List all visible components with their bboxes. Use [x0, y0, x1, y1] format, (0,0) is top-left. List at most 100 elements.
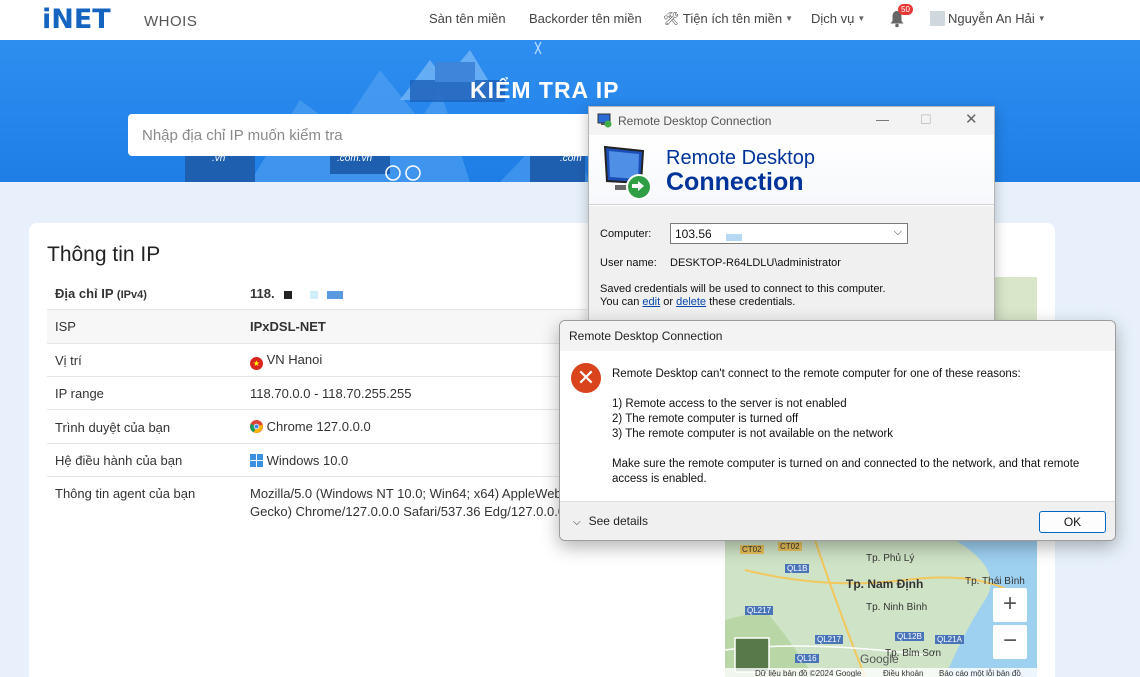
agent-value-line1: Mozilla/5.0 (Windows NT 10.0; Win64; x64…: [250, 486, 574, 501]
road-label: QL21A: [935, 635, 964, 644]
nav-domain-utilities[interactable]: 🛠 Tiện ích tên miền ▼: [663, 11, 793, 27]
table-row-agent: Thông tin agent của bạn Mozilla/5.0 (Win…: [47, 477, 587, 527]
agent-value-line2: Gecko) Chrome/127.0.0.0 Safari/537.36 Ed…: [250, 504, 566, 519]
error-advice-1: Make sure the remote computer is turned …: [612, 458, 1080, 470]
map-place: Tp. Nam Định: [846, 577, 924, 591]
ip-range-value: 118.70.0.0 - 118.70.255.255: [250, 386, 412, 401]
inet-logo[interactable]: iNET: [42, 4, 111, 35]
error-icon: ✕: [571, 363, 601, 393]
road-label: QL217: [815, 635, 844, 644]
ip-value: 118.: [250, 286, 275, 301]
delete-credentials-link[interactable]: delete: [676, 296, 706, 308]
caret-down-icon: ▼: [785, 14, 794, 23]
error-message: Remote Desktop can't connect to the remo…: [612, 368, 1021, 380]
redaction-mask: [284, 290, 293, 299]
close-icon[interactable]: ✕: [965, 110, 978, 128]
tools-icon: 🛠: [663, 11, 680, 26]
card-title: Thông tin IP: [47, 243, 161, 266]
ip-label: Địa chỉ IP: [55, 286, 114, 301]
table-row-browser: Trình duyệt của bạn Chrome 127.0.0.0: [47, 410, 587, 444]
table-row-location: Vị trí ★ VN Hanoi: [47, 344, 587, 377]
road-label: QL217: [745, 606, 774, 615]
computer-combobox[interactable]: 103.56. ⌵: [670, 223, 908, 244]
google-logo: Google: [860, 652, 899, 666]
os-label: Hệ điều hành của bạn: [55, 453, 183, 468]
zoom-in-button[interactable]: +: [993, 588, 1027, 622]
road-label: CT02: [778, 542, 802, 551]
error-reason-3: 3) The remote computer is not available …: [612, 428, 894, 440]
credentials-note: Saved credentials will be used to connec…: [600, 283, 886, 295]
username-value: DESKTOP-R64LDLU\administrator: [670, 257, 841, 269]
map-place: Tp. Thái Bình: [965, 576, 1025, 587]
windows-icon: [250, 454, 263, 467]
map-place: Tp. Phủ Lý: [866, 553, 915, 564]
map-report-link[interactable]: Báo cáo một lỗi bản đồ: [939, 669, 1021, 677]
error-dialog: Remote Desktop Connection ✕ Remote Deskt…: [559, 320, 1116, 541]
maximize-icon[interactable]: ☐: [920, 112, 932, 128]
table-row-ip: Địa chỉ IP (IPv4) 118.: [47, 276, 587, 310]
map-attribution: Dữ liệu bản đồ ©2024 Google: [755, 669, 862, 677]
redaction-mask: [726, 234, 742, 241]
location-label: Vị trí: [55, 353, 82, 368]
error-dialog-footer: ⌵ See details OK: [560, 501, 1115, 540]
caret-down-icon: ▼: [1037, 14, 1046, 23]
table-row-ip-range: IP range 118.70.0.0 - 118.70.255.255: [47, 377, 587, 410]
road-label: QL16: [795, 654, 819, 663]
nav-services[interactable]: Dịch vụ ▼: [811, 11, 865, 26]
rdc-window: Remote Desktop Connection — ☐ ✕ Remote D…: [588, 106, 995, 326]
avatar[interactable]: [930, 11, 945, 26]
ip-range-label: IP range: [55, 386, 104, 401]
location-value: VN Hanoi: [266, 352, 323, 367]
rdc-window-title: Remote Desktop Connection: [618, 114, 772, 128]
road-label: CT02: [740, 545, 764, 554]
vietnam-flag-icon: ★: [250, 357, 263, 370]
chrome-icon: [250, 420, 263, 433]
error-dialog-title: Remote Desktop Connection: [569, 329, 723, 343]
rdc-header-line1: Remote Desktop: [666, 147, 815, 169]
error-reason-1: 1) Remote access to the server is not en…: [612, 398, 847, 410]
computer-label: Computer:: [600, 228, 652, 240]
whois-label: WHOIS: [144, 13, 198, 30]
table-row-os: Hệ điều hành của bạn Windows 10.0: [47, 444, 587, 477]
user-menu[interactable]: Nguyễn An Hải ▼: [948, 11, 1046, 26]
road-label: QL12B: [895, 632, 924, 641]
browser-label: Trình duyệt của bạn: [55, 420, 171, 435]
zoom-out-button[interactable]: −: [993, 625, 1027, 659]
minimize-icon[interactable]: —: [876, 112, 889, 127]
notification-badge: 50: [898, 4, 913, 15]
redaction-mask: [711, 227, 773, 241]
redaction-mask: [309, 290, 318, 299]
page-title: KIỂM TRA IP: [470, 77, 620, 103]
rdc-app-icon: [597, 113, 612, 128]
ip-search-box: [128, 114, 598, 156]
location-map[interactable]: CT02 CT02 QL1B QL217 QL217 QL12B QL21A Q…: [725, 540, 1037, 677]
browser-value: Chrome 127.0.0.0: [266, 419, 371, 434]
chevron-down-icon: ⌵: [573, 517, 581, 528]
map-footer: Dữ liệu bản đồ ©2024 Google Điều khoản B…: [725, 668, 1037, 677]
isp-value: IPxDSL-NET: [250, 319, 326, 334]
edit-credentials-link[interactable]: edit: [642, 296, 660, 308]
map-place: Tp. Ninh Bình: [866, 602, 928, 613]
ipv4-label: (IPv4): [116, 289, 147, 301]
see-details-toggle[interactable]: ⌵ See details: [573, 514, 648, 528]
nav-domain-market[interactable]: Sàn tên miền: [429, 11, 506, 26]
chevron-down-icon[interactable]: ⌵: [894, 226, 902, 239]
credentials-actions: You can edit or delete these credentials…: [600, 296, 796, 308]
username-label: User name:: [600, 257, 657, 269]
error-dialog-titlebar[interactable]: Remote Desktop Connection: [560, 321, 1115, 351]
table-row-isp: ISP IPxDSL-NET: [47, 310, 587, 344]
ip-search-input[interactable]: [128, 114, 598, 156]
map-terms-link[interactable]: Điều khoản: [883, 669, 923, 677]
os-value: Windows 10.0: [266, 453, 349, 468]
rdc-titlebar[interactable]: Remote Desktop Connection — ☐ ✕: [589, 107, 994, 135]
rdc-header: Remote Desktop Connection: [589, 135, 994, 205]
rdc-monitor-icon: [603, 145, 652, 200]
computer-value: 103.56.: [675, 227, 716, 241]
isp-label: ISP: [55, 319, 76, 334]
ok-button[interactable]: OK: [1039, 511, 1106, 533]
caret-down-icon: ▼: [857, 14, 866, 23]
agent-label: Thông tin agent của bạn: [55, 486, 196, 501]
nav-backorder[interactable]: Backorder tên miền: [529, 11, 642, 26]
rdc-header-line2: Connection: [666, 168, 804, 196]
error-advice-2: access is enabled.: [612, 473, 707, 485]
